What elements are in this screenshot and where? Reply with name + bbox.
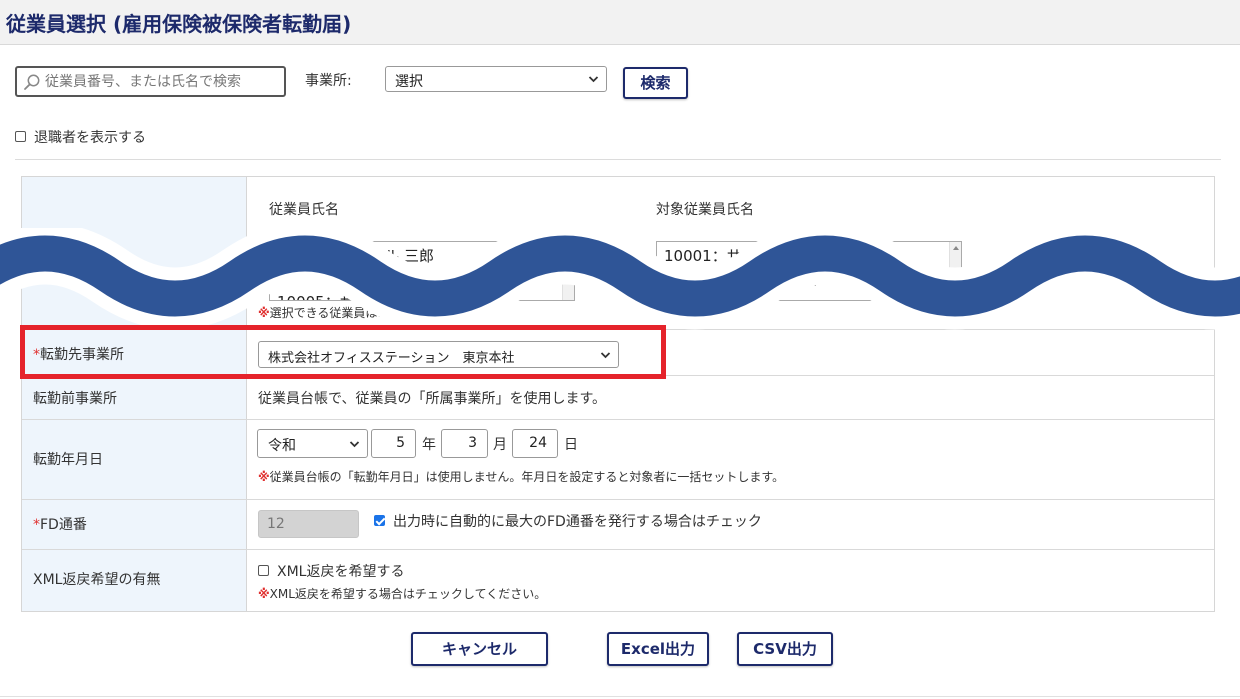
target-employees-header: 対象従業員氏名 xyxy=(656,202,754,218)
source-office-label: 転勤前事業所 xyxy=(33,391,117,407)
transfer-date-label: 転勤年月日 xyxy=(33,452,103,468)
destination-office-label: *転勤先事業所 xyxy=(33,344,124,364)
fd-number-input: 12 xyxy=(258,510,359,538)
month-unit: 月 xyxy=(493,437,507,453)
fd-number-label-text: FD通番 xyxy=(40,517,87,533)
row-divider xyxy=(22,499,1214,500)
transfer-date-note: ※従業員台帳の「転勤年月日」は使用しません。年月日を設定すると対象者に一括セット… xyxy=(258,468,784,485)
year-unit: 年 xyxy=(422,437,436,453)
xml-return-label: XML返戻希望の有無 xyxy=(33,572,161,588)
day-input[interactable]: 24 xyxy=(512,429,558,458)
office-select-value: 選択 xyxy=(395,74,423,90)
show-retired-checkbox[interactable] xyxy=(15,131,26,142)
era-select-value: 令和 xyxy=(268,438,296,454)
required-mark: * xyxy=(33,347,40,363)
excel-export-button[interactable]: Excel出力 xyxy=(607,632,709,666)
search-button[interactable]: 検索 xyxy=(623,67,688,99)
note-text: XML返戻を希望する場合はチェックしてください。 xyxy=(269,587,547,601)
csv-export-button[interactable]: CSV出力 xyxy=(737,632,833,666)
xml-return-note: ※XML返戻を希望する場合はチェックしてください。 xyxy=(258,585,546,602)
fd-auto-toggle[interactable]: 出力時に自動的に最大のFD通番を発行する場合はチェック xyxy=(374,511,762,531)
office-select[interactable]: 選択 xyxy=(385,66,607,92)
search-box[interactable] xyxy=(15,66,286,97)
show-retired-label: 退職者を表示する xyxy=(34,130,146,146)
search-input[interactable] xyxy=(45,71,281,92)
page-header: 従業員選択 (雇用保険被保険者転勤届) xyxy=(0,0,1240,45)
cancel-button[interactable]: キャンセル xyxy=(411,632,548,666)
section-divider xyxy=(15,159,1221,160)
destination-office-label-text: 転勤先事業所 xyxy=(40,347,124,363)
year-input[interactable]: 5 xyxy=(371,429,416,458)
xml-return-checkbox-label: XML返戻を希望する xyxy=(277,564,405,580)
row-divider xyxy=(22,549,1214,550)
day-unit: 日 xyxy=(564,437,578,453)
xml-return-toggle[interactable]: XML返戻を希望する xyxy=(258,561,404,581)
xml-return-checkbox[interactable] xyxy=(258,565,269,576)
chevron-down-icon xyxy=(588,76,599,83)
fd-auto-label: 出力時に自動的に最大のFD通番を発行する場合はチェック xyxy=(393,514,762,530)
row-divider xyxy=(22,375,1214,376)
row-divider xyxy=(22,419,1214,420)
fd-auto-checkbox[interactable] xyxy=(374,515,385,526)
fd-number-label: *FD通番 xyxy=(33,514,87,534)
page-title: 従業員選択 (雇用保険被保険者転勤届) xyxy=(6,12,352,36)
month-input[interactable]: 3 xyxy=(441,429,488,458)
era-select[interactable]: 令和 xyxy=(257,429,368,458)
source-office-value: 従業員台帳で、従業員の「所属事業所」を使用します。 xyxy=(258,391,607,407)
destination-office-value: 株式会社オフィスステーション 東京本社 xyxy=(268,351,515,366)
footer-divider xyxy=(0,696,1240,697)
required-mark: * xyxy=(33,517,40,533)
show-retired-toggle[interactable]: 退職者を表示する xyxy=(15,127,146,147)
office-label: 事業所: xyxy=(305,73,352,89)
note-mark: ※ xyxy=(258,470,270,484)
destination-office-select[interactable]: 株式会社オフィスステーション 東京本社 xyxy=(258,341,619,368)
available-employees-header: 従業員氏名 xyxy=(269,202,339,218)
chevron-down-icon xyxy=(349,440,360,447)
note-mark: ※ xyxy=(258,587,270,601)
wave-cut-decoration xyxy=(0,228,1240,330)
search-icon xyxy=(24,74,40,90)
note-text: 従業員台帳の「転勤年月日」は使用しません。年月日を設定すると対象者に一括セットし… xyxy=(269,470,785,484)
chevron-down-icon xyxy=(600,351,611,358)
